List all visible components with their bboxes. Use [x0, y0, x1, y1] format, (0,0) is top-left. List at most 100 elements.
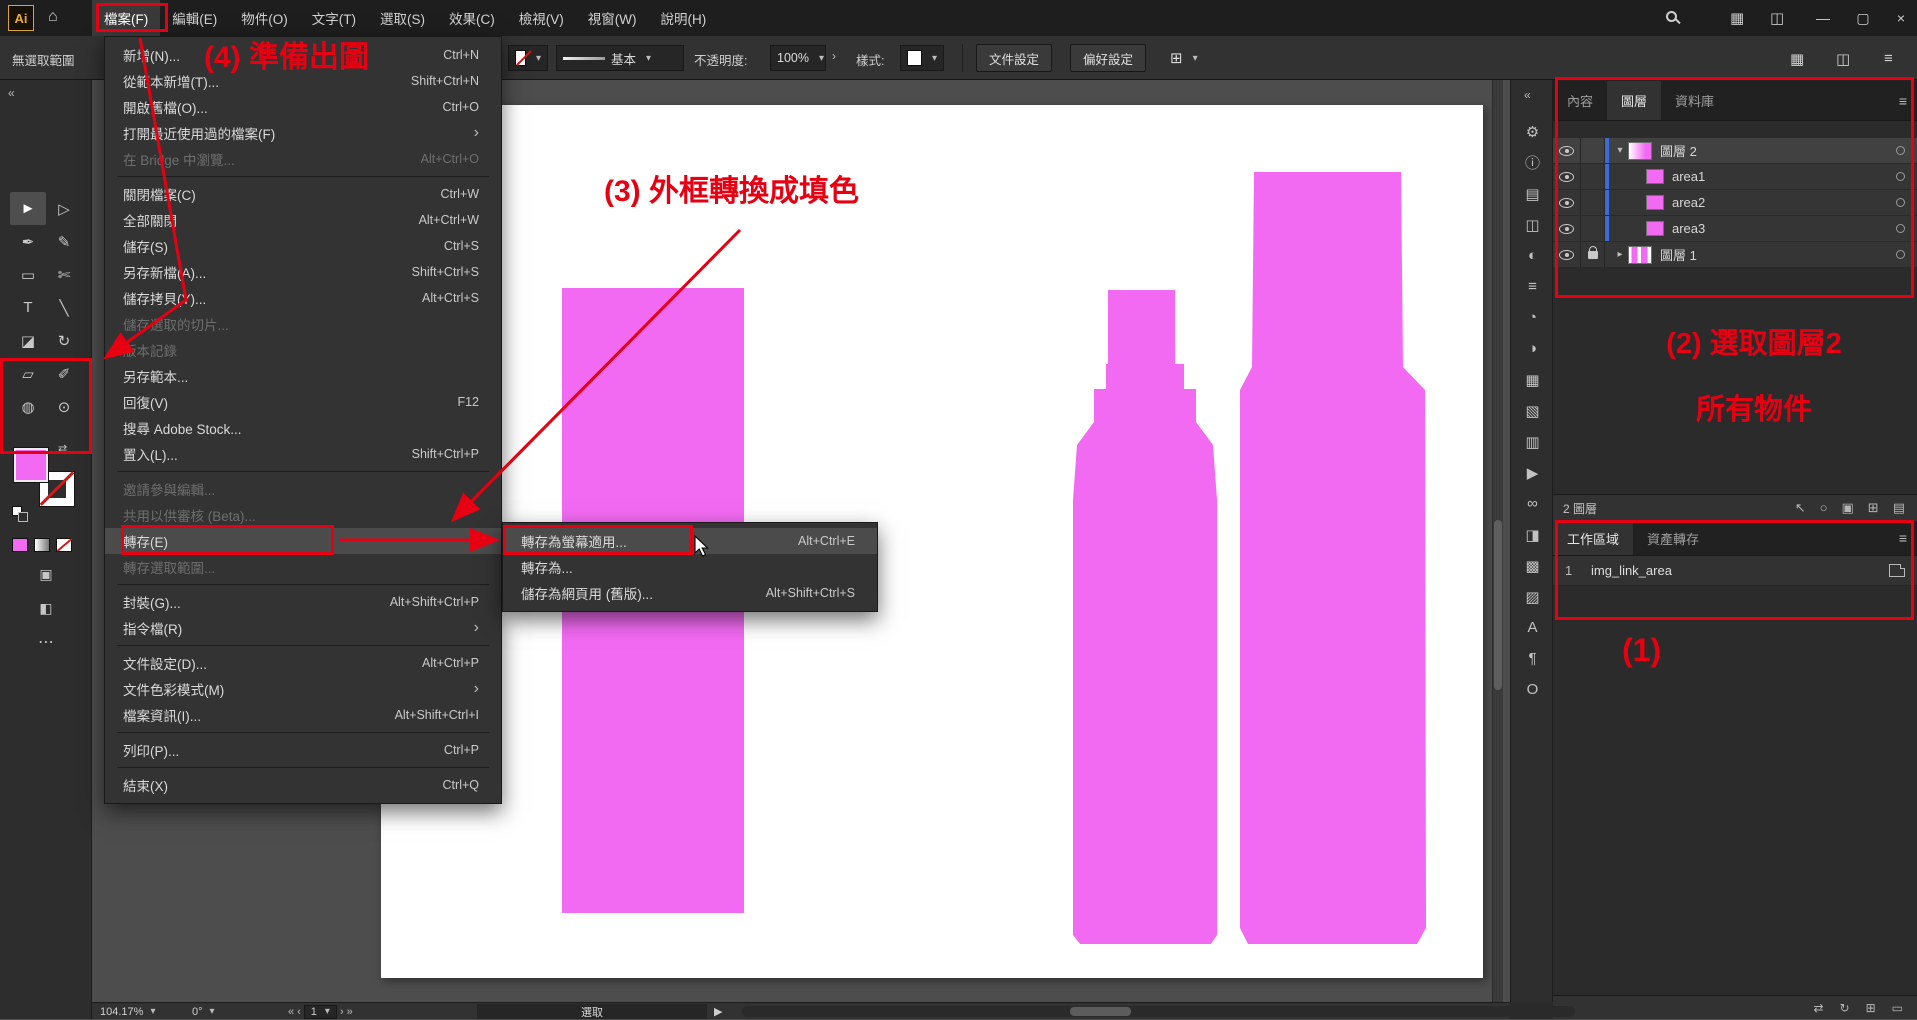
arrange-documents-dropdown[interactable]: ⊞: [1164, 45, 1204, 71]
search-icon[interactable]: [1666, 11, 1677, 22]
tool-button[interactable]: T: [10, 291, 46, 324]
disclosure-triangle-icon[interactable]: [1612, 145, 1628, 156]
last-artboard-icon[interactable]: »: [347, 1006, 353, 1018]
minimize-button[interactable]: —: [1806, 0, 1840, 36]
file-menu-item[interactable]: 置入(L)... Shift+Ctrl+P: [105, 441, 501, 467]
dock-panel-icon[interactable]: ◑: [1511, 333, 1554, 364]
file-menu-item[interactable]: 邀請參與編輯...: [105, 476, 501, 502]
gradient-mode-button[interactable]: [34, 538, 50, 552]
layer-name[interactable]: area1: [1672, 169, 1896, 184]
artboards-panel-menu-icon[interactable]: ≡: [1899, 530, 1907, 546]
tool-button[interactable]: ↻: [46, 324, 82, 357]
fill-color-swatch[interactable]: [14, 448, 48, 482]
expand-panels-icon[interactable]: «: [1524, 88, 1529, 102]
artboard-row[interactable]: 1 img_link_area: [1553, 556, 1917, 586]
file-menu-item[interactable]: 版本記錄: [105, 337, 501, 363]
file-menu-item[interactable]: 打開最近使用過的檔案(F): [105, 120, 501, 146]
file-menu-item[interactable]: 檔案資訊(I)... Alt+Shift+Ctrl+I: [105, 702, 501, 728]
file-menu-item[interactable]: [117, 732, 489, 733]
zoom-level-dropdown[interactable]: 104.17%: [100, 1004, 155, 1019]
submenu-item[interactable]: 儲存為網頁用 (舊版)... Alt+Shift+Ctrl+S: [503, 580, 877, 606]
dock-panel-icon[interactable]: ▥: [1511, 426, 1554, 457]
disclosure-triangle-icon[interactable]: [1612, 249, 1628, 260]
dock-panel-icon[interactable]: ▧: [1511, 395, 1554, 426]
layer-row[interactable]: 圖層 1: [1553, 242, 1917, 268]
dock-panel-icon[interactable]: ≡: [1511, 271, 1554, 302]
default-stroke-icon[interactable]: [18, 512, 28, 522]
dock-panel-icon[interactable]: ⚙: [1511, 116, 1554, 147]
visibility-toggle[interactable]: [1553, 138, 1581, 163]
file-menu-item[interactable]: 在 Bridge 中瀏覽... Alt+Ctrl+O: [105, 146, 501, 172]
menubar-item[interactable]: 檢視(V): [507, 0, 576, 36]
file-menu-item[interactable]: 新增(N)... Ctrl+N: [105, 42, 501, 68]
artboard-page-icon[interactable]: [1889, 564, 1905, 577]
submenu-item[interactable]: 轉存為螢幕適用... Alt+Ctrl+E: [503, 528, 877, 554]
dock-panel-icon[interactable]: ◐: [1511, 240, 1554, 271]
layer-thumbnail[interactable]: [1646, 169, 1664, 184]
lock-toggle[interactable]: [1581, 242, 1605, 267]
target-circle-icon[interactable]: [1896, 198, 1905, 207]
file-menu-item[interactable]: 指令檔(R): [105, 615, 501, 641]
target-circle-icon[interactable]: [1896, 224, 1905, 233]
next-artboard-icon[interactable]: ›: [340, 1006, 344, 1018]
artboards-footer-icon[interactable]: ↻: [1840, 1001, 1850, 1015]
file-menu-item[interactable]: [117, 176, 489, 177]
opacity-stepper[interactable]: ›: [832, 49, 836, 63]
stroke-style-dropdown[interactable]: 基本: [556, 45, 684, 71]
restore-button[interactable]: ▢: [1846, 0, 1880, 36]
file-menu-item[interactable]: 儲存(S) Ctrl+S: [105, 233, 501, 259]
tool-button[interactable]: ◪: [10, 324, 46, 357]
drawing-mode-icon[interactable]: ▣: [0, 566, 92, 583]
visibility-toggle[interactable]: [1553, 190, 1581, 215]
layers-panel-menu-icon[interactable]: ≡: [1899, 93, 1907, 109]
layer-name[interactable]: 圖層 2: [1660, 141, 1896, 160]
document-setup-button[interactable]: 文件設定: [976, 44, 1052, 72]
tool-button[interactable]: ▭: [10, 258, 46, 291]
vertical-scrollbar-thumb[interactable]: [1494, 520, 1502, 690]
artboards-footer-icon[interactable]: ⊞: [1866, 1001, 1876, 1015]
layers-footer-icon[interactable]: ▣: [1842, 500, 1854, 516]
tool-button[interactable]: ✄: [46, 258, 82, 291]
dock-panel-icon[interactable]: ◨: [1511, 519, 1554, 550]
layer-thumbnail[interactable]: [1628, 142, 1652, 160]
target-circle-icon[interactable]: [1896, 172, 1905, 181]
workspace-panel-icon[interactable]: ◫: [1770, 0, 1784, 36]
lock-toggle[interactable]: [1581, 216, 1605, 241]
prev-artboard-icon[interactable]: ‹: [297, 1006, 301, 1018]
current-tool-indicator[interactable]: 選取: [477, 1004, 707, 1019]
menubar-item[interactable]: 視窗(W): [576, 0, 649, 36]
artboard-number-field[interactable]: 1: [304, 1005, 337, 1019]
menubar-item[interactable]: 選取(S): [368, 0, 437, 36]
close-button[interactable]: ×: [1884, 0, 1917, 36]
file-menu-item[interactable]: [117, 767, 489, 768]
file-menu-item[interactable]: [117, 471, 489, 472]
horizontal-scrollbar-thumb[interactable]: [1070, 1007, 1131, 1016]
file-menu-item[interactable]: 另存範本...: [105, 363, 501, 389]
status-expand-icon[interactable]: ▶: [714, 1004, 722, 1019]
file-menu-item[interactable]: 共用以供審核 (Beta)...: [105, 502, 501, 528]
layers-footer-icon[interactable]: ⊞: [1868, 500, 1879, 516]
file-menu-item[interactable]: 轉存(E): [105, 528, 501, 554]
file-menu-item[interactable]: 封裝(G)... Alt+Shift+Ctrl+P: [105, 589, 501, 615]
tool-button[interactable]: ◍: [10, 390, 46, 423]
target-circle-icon[interactable]: [1896, 146, 1905, 155]
swap-fill-stroke-icon[interactable]: ⇄: [58, 442, 67, 455]
layers-footer-icon[interactable]: ↖: [1795, 500, 1806, 516]
lock-toggle[interactable]: [1581, 138, 1605, 163]
artboards-footer-icon[interactable]: ⇄: [1813, 1001, 1823, 1015]
file-menu-item[interactable]: 儲存選取的切片...: [105, 311, 501, 337]
dock-panel-icon[interactable]: ◔: [1511, 302, 1554, 333]
control-bar-menu-icon[interactable]: ≡: [1884, 50, 1893, 67]
panel-tab[interactable]: 圖層: [1607, 81, 1661, 120]
screen-mode-icon[interactable]: ◧: [0, 600, 92, 617]
visibility-toggle[interactable]: [1553, 242, 1581, 267]
file-menu-item[interactable]: [117, 645, 489, 646]
tool-button[interactable]: ╲: [46, 291, 82, 324]
dock-panel-icon[interactable]: ¶: [1511, 643, 1554, 674]
dock-panel-icon[interactable]: ⓘ: [1511, 147, 1554, 178]
horizontal-scrollbar[interactable]: [742, 1006, 1575, 1017]
dock-panel-icon[interactable]: ▨: [1511, 581, 1554, 612]
lock-toggle[interactable]: [1581, 164, 1605, 189]
tool-button[interactable]: ✐: [46, 357, 82, 390]
dock-panel-icon[interactable]: ∞: [1511, 488, 1554, 519]
